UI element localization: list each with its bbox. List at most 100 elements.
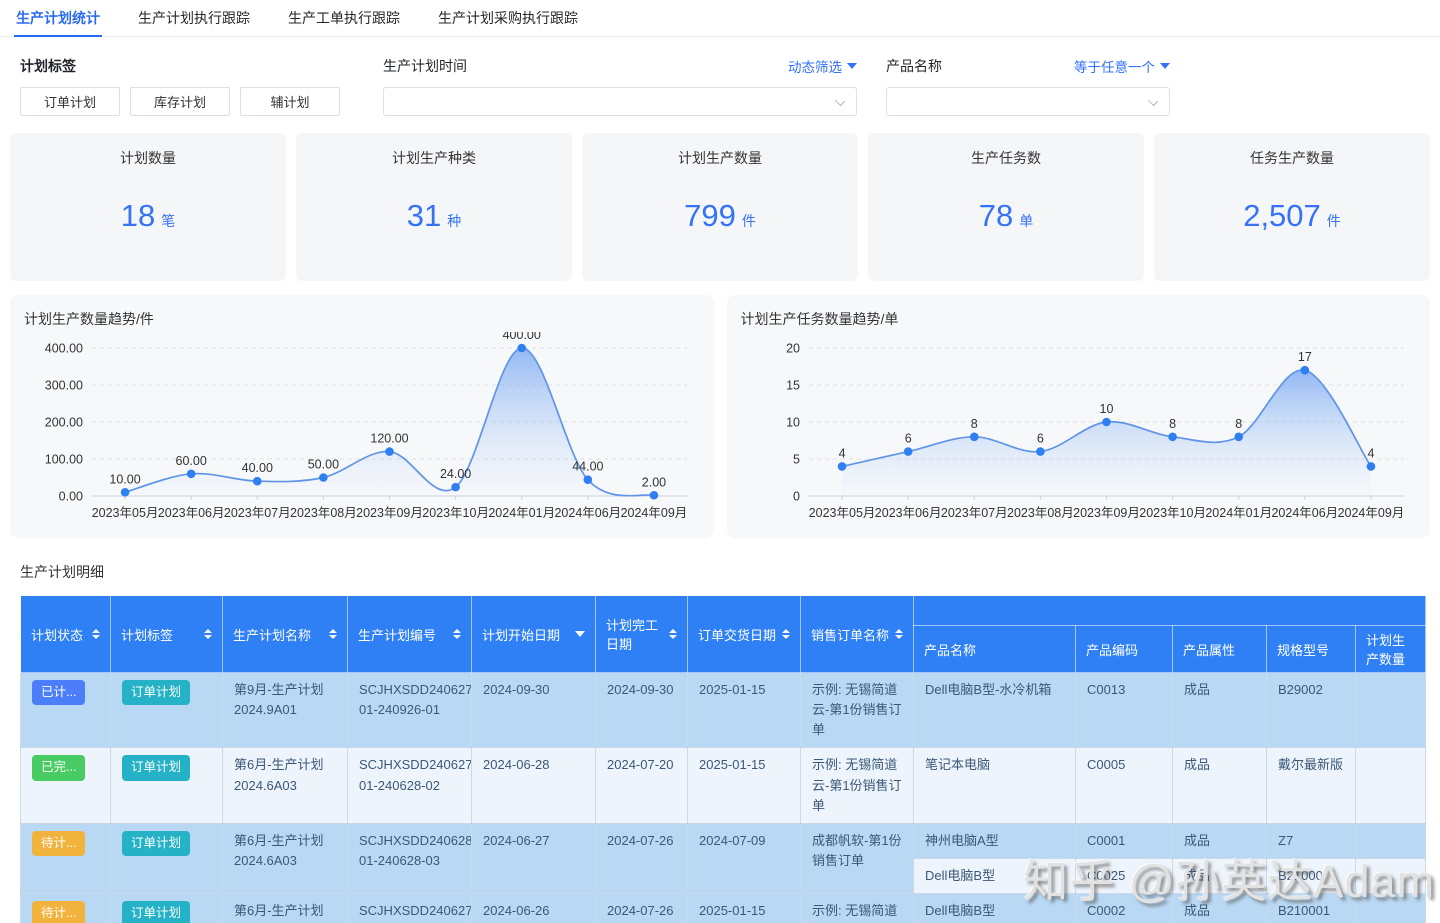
area-chart-production-qty: 0.00 100.00 200.00 300.00 400.00 10.00 2023年05… [45,328,688,520]
chart-point[interactable] [1035,447,1045,456]
plan-tag-filter-group: 计划标签 订单计划 库存计划 辅计划 [20,58,345,116]
dynamic-filter-link[interactable]: 动态筛选 [788,56,857,76]
tab-plan-purchase-tracking[interactable]: 生产计划采购执行跟踪 [436,0,580,37]
tab-plan-statistics[interactable]: 生产计划统计 [14,0,102,37]
chart-point[interactable] [649,490,659,500]
chart-point[interactable] [1101,417,1111,427]
cell-delivery-date: 2024-07-09 [687,822,801,895]
y-tick-label: 200.00 [45,416,83,430]
chart-point[interactable] [583,475,593,485]
chart-point[interactable] [186,469,196,479]
x-category-label: 2023年05月 [808,506,875,520]
status-badge: 待计... [32,901,86,923]
column-header[interactable]: 计划开始日期 [471,595,596,673]
column-header[interactable]: 生产计划编号 [347,595,472,673]
x-category-label: 2024年09月 [621,506,688,520]
point-value-label: 10.00 [109,472,140,486]
sort-icon[interactable] [889,629,903,639]
product-name-select[interactable] [886,87,1170,116]
cell-plan-code: SCJHXSDD240627-01-240628-05 [347,893,472,923]
sort-icon[interactable] [663,629,677,639]
cell-product-attr: 成品 [1172,671,1267,749]
chart-title: 计划生产数量趋势/件 [24,311,154,327]
stat-card-title: 计划数量 [120,150,176,166]
chart-point[interactable] [1167,432,1177,442]
cell-plan-name: 第6月-生产计划2024.6A03 [222,822,348,895]
cell-product-spec: B210001 [1266,893,1356,923]
product-column-header[interactable]: 产品编码 [1075,625,1173,673]
point-value-label: 400.00 [503,332,541,342]
sort-icon[interactable] [569,631,585,637]
cell-product-attr: 成品 [1172,893,1267,923]
equals-any-link[interactable]: 等于任意一个 [1074,56,1170,76]
chart-point[interactable] [1366,462,1375,471]
chart-panel-task-qty-trend: 计划生产任务数量趋势/单 0 5 10 15 20 4 2023年05月 6 2023年06月 8… [726,295,1430,538]
cell-tag: 订单计划 [110,747,223,824]
column-header[interactable]: 计划完工日期 [595,595,688,673]
tag-badge: 订单计划 [122,680,191,706]
product-column-header[interactable]: 计划生产数量 [1354,625,1427,673]
sort-icon[interactable] [447,629,461,639]
chart-point[interactable] [1300,365,1309,375]
column-header[interactable]: 生产计划名称 [222,595,348,673]
cell-finish-date: 2024-07-26 [595,822,688,895]
x-category-label: 2023年07月 [940,506,1007,520]
point-value-label: 44.00 [572,460,603,474]
stock-plan-button[interactable]: 库存计划 [130,87,230,116]
table-row[interactable]: 待计... 订单计划 第6月-生产计划2024.6A03 SCJHXSDD240628… [20,822,1427,895]
table-row[interactable]: 已计... 订单计划 第9月-生产计划2024.9A01 SCJHXSDD240627… [20,671,1427,749]
y-tick-label: 300.00 [45,379,83,393]
chart-point[interactable] [319,473,328,482]
plan-tag-label: 计划标签 [20,58,76,74]
cell-product-name: Dell电脑B型-水冷机箱 [913,671,1076,749]
cell-product-code: C0002 [1075,893,1173,923]
x-category-label: 2023年10月 [422,506,489,520]
tab-plan-execution-tracking[interactable]: 生产计划执行跟踪 [136,0,252,37]
x-category-label: 2024年06月 [1271,506,1338,520]
chart-point[interactable] [385,447,394,456]
x-category-label: 2023年06月 [158,506,225,520]
tab-workorder-execution-tracking[interactable]: 生产工单执行跟踪 [286,0,402,37]
product-column-header[interactable]: 产品属性 [1172,625,1267,673]
sort-icon[interactable] [323,629,337,639]
x-category-label: 2024年01月 [1205,506,1272,520]
plan-tag-buttons: 订单计划 库存计划 辅计划 [20,87,345,116]
x-category-label: 2023年08月 [290,506,357,520]
aux-plan-button[interactable]: 辅计划 [240,87,340,116]
product-column-header[interactable]: 产品名称 [913,625,1076,673]
sort-icon[interactable] [198,629,212,639]
table-row[interactable]: 已完... 订单计划 第6月-生产计划2024.6A03 SCJHXSDD240627… [20,747,1427,824]
column-header[interactable]: 销售订单名称 [800,595,914,673]
cell-product-attr: 成品 [1172,857,1267,895]
chart-point[interactable] [451,482,460,492]
chart-point[interactable] [969,432,979,442]
area-chart-task-qty: 0 5 10 15 20 4 2023年05月 6 2023年06月 8 2023年07月 6 2023… [786,342,1404,521]
point-value-label: 10 [1099,402,1113,416]
chart-point[interactable] [120,488,130,497]
chart-title: 计划生产任务数量趋势/单 [740,311,899,327]
sort-icon[interactable] [776,629,790,639]
column-header[interactable]: 订单交货日期 [687,595,801,673]
status-badge: 已计... [32,680,86,706]
chart-point[interactable] [1233,432,1243,442]
stat-card-value: 799 [684,197,736,233]
order-plan-button[interactable]: 订单计划 [20,87,120,116]
column-header[interactable]: 计划状态 [20,595,111,673]
product-column-header[interactable]: 规格型号 [1266,625,1356,673]
chart-point[interactable] [903,447,912,456]
column-header[interactable]: 计划标签 [110,595,223,673]
chevron-down-icon [834,95,846,107]
sort-icon[interactable] [86,629,100,639]
plan-time-select[interactable] [383,87,857,116]
chart-point[interactable] [517,343,527,353]
cell-product-code: C0001 [1075,822,1173,859]
table-row[interactable]: 待计... 订单计划 第6月-生产计划2024.6A05SCJHXSDD240627… [20,893,1427,923]
y-tick-label: 10 [786,416,800,430]
cell-delivery-date: 2025-01-15 [687,671,801,749]
product-name-filter-group: 产品名称 等于任意一个 [886,58,1170,116]
cell-status: 已完... [20,747,111,824]
chart-point[interactable] [837,462,846,471]
x-category-label: 2023年08月 [1007,506,1074,520]
chart-point[interactable] [252,476,262,486]
cell-tag: 订单计划 [110,822,223,895]
